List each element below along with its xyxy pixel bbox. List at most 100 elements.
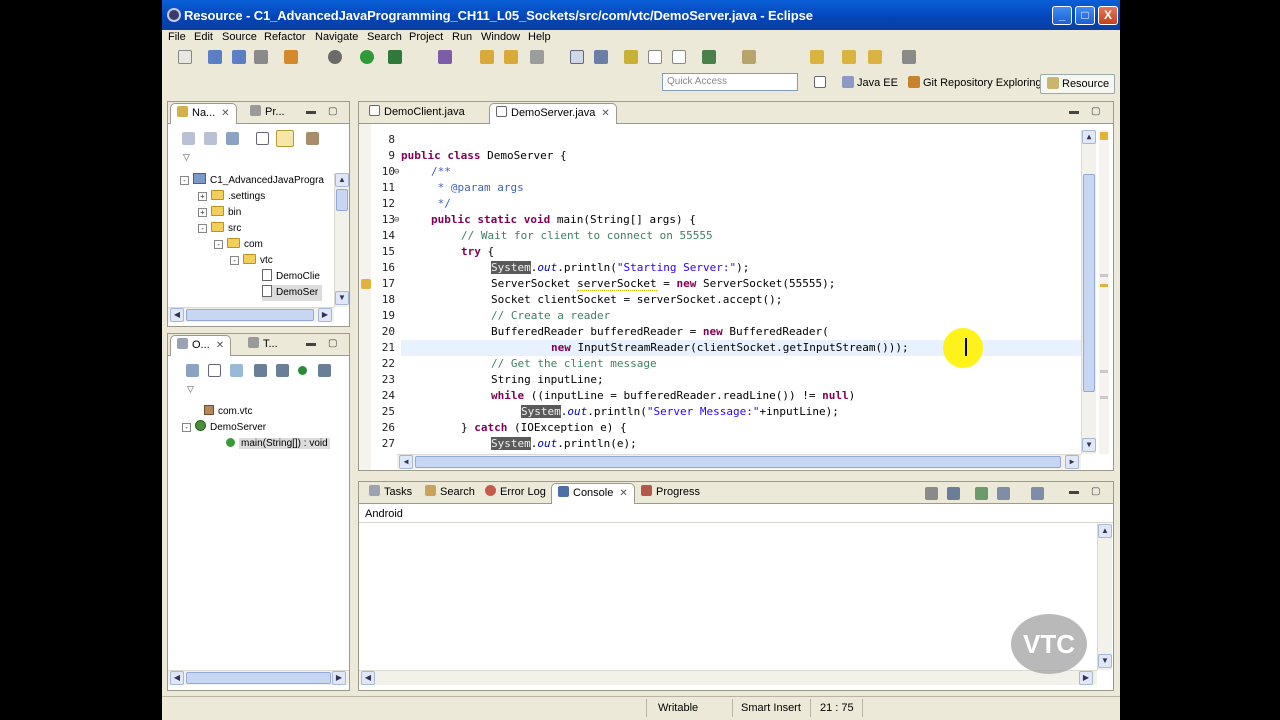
code-line[interactable]: 13 ⊖ public static void main(String[] args… <box>359 212 1095 228</box>
chevron-down-icon[interactable]: ▽ <box>183 152 190 163</box>
perspective-java-ee[interactable]: Java EE <box>842 74 898 94</box>
tree-item-vtc[interactable]: - vtc <box>230 253 273 269</box>
tree-item-src[interactable]: - src <box>198 221 241 237</box>
scroll-down-icon[interactable]: ▼ <box>1098 654 1112 668</box>
close-icon[interactable]: ✕ <box>216 340 224 351</box>
scroll-thumb[interactable] <box>336 189 348 211</box>
toggle-mark-icon[interactable] <box>570 50 584 64</box>
navigator-vscroll[interactable]: ▲ ▼ <box>334 173 349 307</box>
pin-console-icon[interactable] <box>925 487 938 500</box>
hide-local-types-icon[interactable] <box>298 366 307 375</box>
scroll-right-icon[interactable]: ▶ <box>1079 671 1093 685</box>
tab-error-log[interactable]: Error Log <box>479 483 552 504</box>
code-line[interactable]: 10 ⊖ /** <box>359 164 1095 180</box>
tab-search[interactable]: Search <box>419 483 481 504</box>
sort-icon[interactable] <box>186 364 199 377</box>
close-icon[interactable]: ✕ <box>601 108 609 119</box>
current-code-line[interactable]: 21 new InputStreamReader(clientSocket.get… <box>382 340 1095 356</box>
perspective-resource[interactable]: Resource <box>1040 74 1115 94</box>
scroll-up-icon[interactable]: ▲ <box>1098 524 1112 538</box>
scroll-thumb[interactable] <box>1083 174 1095 392</box>
code-line[interactable]: 11 * @param args <box>359 180 1095 196</box>
warning-icon[interactable] <box>361 279 371 289</box>
run-icon[interactable] <box>360 50 374 64</box>
scroll-right-icon[interactable]: ▶ <box>318 308 332 322</box>
warning-marker-icon[interactable] <box>1100 132 1108 140</box>
scroll-left-icon[interactable]: ◀ <box>170 308 184 322</box>
maximize-icon[interactable]: ▢ <box>328 338 337 349</box>
outline-item-class[interactable]: - DemoServer <box>182 420 266 436</box>
save-icon[interactable] <box>208 50 222 64</box>
code-line[interactable]: 16 System.out.println("Starting Server:")… <box>359 260 1095 276</box>
server-icon[interactable] <box>284 50 298 64</box>
code-line[interactable]: 18 Socket clientSocket = serverSocket.acc… <box>359 292 1095 308</box>
close-icon[interactable]: ✕ <box>619 488 627 499</box>
open-console-icon[interactable] <box>997 487 1010 500</box>
menu-navigate[interactable]: Navigate <box>315 31 358 43</box>
minimize-icon[interactable]: ▬ <box>1069 106 1079 117</box>
tab-task-list[interactable]: T... <box>242 335 284 356</box>
code-line[interactable]: 24 while ((inputLine = bufferedReader.rea… <box>359 388 1095 404</box>
scroll-left-icon[interactable]: ◀ <box>399 455 413 469</box>
code-line[interactable]: 15 try { <box>359 244 1095 260</box>
outline-hscroll[interactable]: ◀ ▶ <box>168 670 349 685</box>
tree-toggle[interactable]: - <box>214 240 223 249</box>
print-icon[interactable] <box>254 50 268 64</box>
debug-icon[interactable] <box>328 50 342 64</box>
maximize-icon[interactable]: ▢ <box>1091 486 1100 497</box>
console-hscroll[interactable]: ◀ ▶ <box>359 670 1097 685</box>
forward-icon[interactable] <box>868 50 882 64</box>
scroll-up-icon[interactable]: ▲ <box>1082 130 1096 144</box>
display-console-icon[interactable] <box>975 487 988 500</box>
scroll-thumb[interactable] <box>186 309 314 321</box>
quick-access-input[interactable]: Quick Access <box>662 73 798 91</box>
close-icon[interactable]: ✕ <box>221 108 229 119</box>
code-line[interactable]: 25 System.out.println("Server Message:"+i… <box>359 404 1095 420</box>
menu-refactor[interactable]: Refactor <box>264 31 306 43</box>
minimize-icon[interactable]: ▬ <box>306 338 316 349</box>
editor-hscroll[interactable]: ◀ ▶ <box>397 454 1081 469</box>
code-line[interactable]: 9 public class DemoServer { <box>359 148 1095 164</box>
view-menu-icon[interactable] <box>306 132 319 145</box>
search-tool-icon[interactable] <box>530 50 544 64</box>
menu-project[interactable]: Project <box>409 31 443 43</box>
tab-democlient[interactable]: DemoClient.java <box>363 103 471 124</box>
tree-item-demoserver[interactable]: DemoSer <box>262 285 323 301</box>
external-tools-icon[interactable] <box>388 50 402 64</box>
hide-fields-icon[interactable] <box>230 364 243 377</box>
minimize-icon[interactable]: ▬ <box>306 106 316 117</box>
menu-run[interactable]: Run <box>452 31 472 43</box>
fold-icon[interactable]: ⊖ <box>394 212 399 228</box>
occurrence-marker[interactable] <box>1100 274 1108 277</box>
tree-item-bin[interactable]: + bin <box>198 205 241 221</box>
code-line[interactable]: 26} catch (IOException e) { <box>359 420 1095 436</box>
tab-progress[interactable]: Progress <box>635 483 706 504</box>
close-button[interactable]: X <box>1098 6 1118 25</box>
back-icon[interactable] <box>810 50 824 64</box>
tree-toggle[interactable]: - <box>198 224 207 233</box>
chevron-down-icon[interactable]: ▽ <box>187 384 194 395</box>
perspective-git[interactable]: Git Repository Exploring <box>908 74 1042 94</box>
back-nav-icon[interactable] <box>182 132 195 145</box>
outline-item-package[interactable]: com.vtc <box>204 404 252 420</box>
toggle-breadcrumb-icon[interactable] <box>594 50 608 64</box>
next-annotation-icon[interactable] <box>702 50 716 64</box>
minimize-button[interactable]: _ <box>1052 6 1072 25</box>
maximize-icon[interactable]: ▢ <box>328 106 337 117</box>
tree-item-democlient[interactable]: DemoClie <box>262 269 320 285</box>
minimize-icon[interactable]: ▬ <box>1069 486 1079 497</box>
console-vscroll[interactable]: ▲ ▼ <box>1097 524 1112 670</box>
outline-item-method[interactable]: main(String[]) : void <box>226 436 330 452</box>
tab-console[interactable]: Console ✕ <box>551 483 635 504</box>
menu-file[interactable]: File <box>168 31 186 43</box>
save-all-icon[interactable] <box>232 50 246 64</box>
tree-item-com[interactable]: - com <box>214 237 263 253</box>
scroll-down-icon[interactable]: ▼ <box>335 291 349 305</box>
new-icon[interactable] <box>178 50 192 64</box>
new-java-project-icon[interactable] <box>438 50 452 64</box>
forward-nav-icon[interactable] <box>204 132 217 145</box>
code-line[interactable]: 12 */ <box>359 196 1095 212</box>
scroll-left-icon[interactable]: ◀ <box>170 671 184 685</box>
scroll-right-icon[interactable]: ▶ <box>1065 455 1079 469</box>
link-outline-icon[interactable] <box>318 364 331 377</box>
